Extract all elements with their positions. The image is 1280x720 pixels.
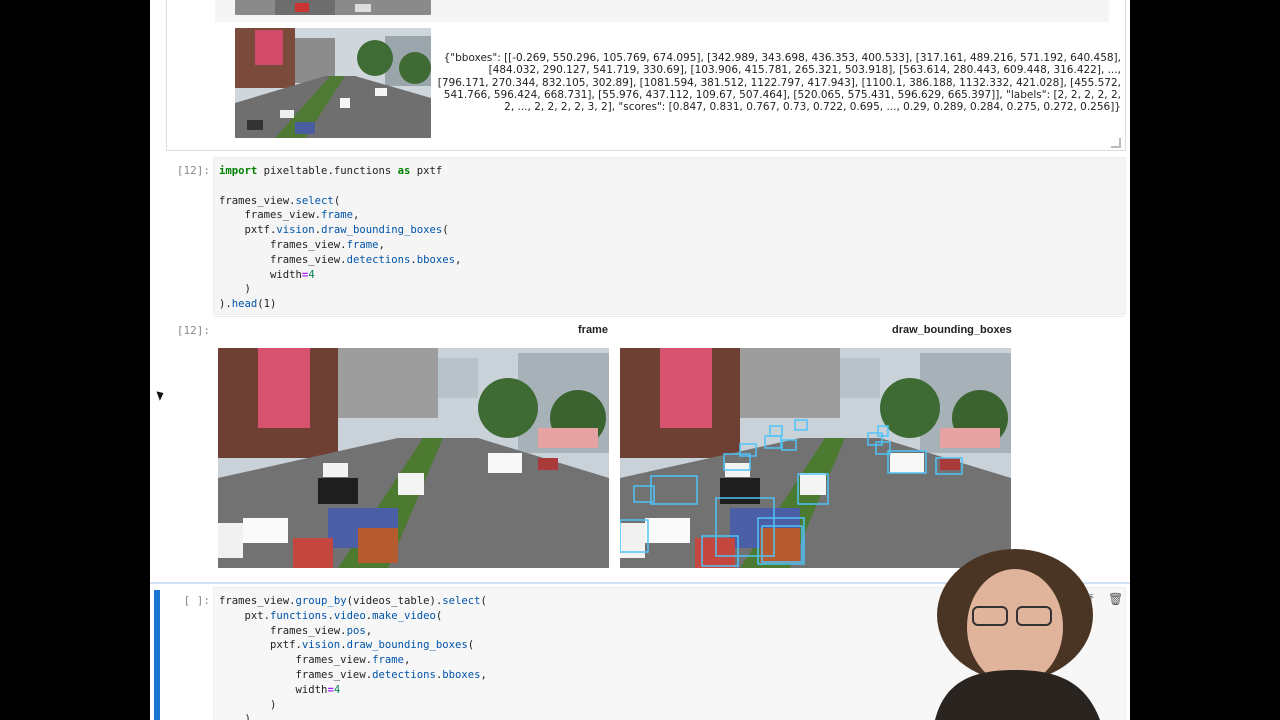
bounding-boxes-image <box>620 348 1011 568</box>
frame-thumbnail <box>235 28 431 138</box>
previous-output-area: {"bboxes": [[-0.269, 550.296, 105.769, 6… <box>166 0 1126 151</box>
column-header-frame: frame <box>578 324 608 336</box>
cell-input-prompt: [ ]: <box>183 594 211 607</box>
active-cell-indicator <box>154 590 160 720</box>
resize-handle-icon[interactable] <box>1111 138 1121 148</box>
code-cell-12[interactable]: import pixeltable.functions as pxtf fram… <box>213 157 1126 315</box>
divider <box>213 316 1124 317</box>
frame-thumbnail <box>235 0 431 15</box>
frame-image <box>218 348 609 568</box>
bboxes-json-output: {"bboxes": [[-0.269, 550.296, 105.769, 6… <box>437 52 1121 114</box>
code-editor[interactable]: import pixeltable.functions as pxtf fram… <box>214 158 1125 312</box>
cell-input-prompt: [12]: <box>176 164 210 177</box>
webcam-overlay <box>915 545 1115 720</box>
column-header-draw-bounding-boxes: draw_bounding_boxes <box>892 324 1012 336</box>
cell-output-prompt: [12]: <box>176 324 210 337</box>
